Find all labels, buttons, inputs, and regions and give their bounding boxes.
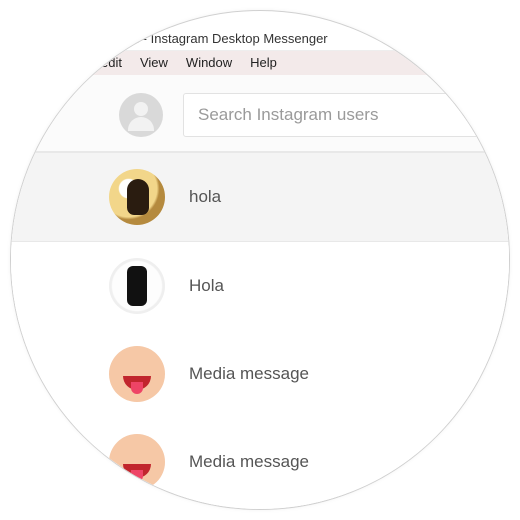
conversation-label: Media message (189, 452, 309, 472)
window-titlebar: um - Instagram Desktop Messenger (11, 27, 509, 51)
conversation-label: Hola (189, 276, 224, 296)
conversation-label: hola (189, 187, 221, 207)
conversation-item[interactable]: Media message (11, 418, 509, 506)
conversation-item[interactable]: Hola (11, 242, 509, 330)
menu-edit[interactable]: edit (101, 55, 122, 70)
avatar-icon (109, 258, 165, 314)
conversation-list: hola Hola Media message Media message (11, 152, 509, 509)
menu-help[interactable]: Help (250, 55, 277, 70)
menu-window[interactable]: Window (186, 55, 232, 70)
avatar-icon (109, 169, 165, 225)
conversation-item[interactable]: Media message (11, 330, 509, 418)
menu-view[interactable]: View (140, 55, 168, 70)
avatar-icon (109, 434, 165, 490)
search-input[interactable] (183, 93, 489, 137)
search-row (11, 75, 509, 152)
current-user-avatar-icon[interactable] (119, 93, 163, 137)
avatar-icon (109, 346, 165, 402)
conversation-item[interactable]: hola (11, 152, 509, 242)
window-title: um - Instagram Desktop Messenger (121, 31, 328, 46)
app-window: um - Instagram Desktop Messenger edit Vi… (11, 27, 509, 509)
menu-bar: edit View Window Help (11, 51, 509, 75)
conversation-label: Media message (189, 364, 309, 384)
